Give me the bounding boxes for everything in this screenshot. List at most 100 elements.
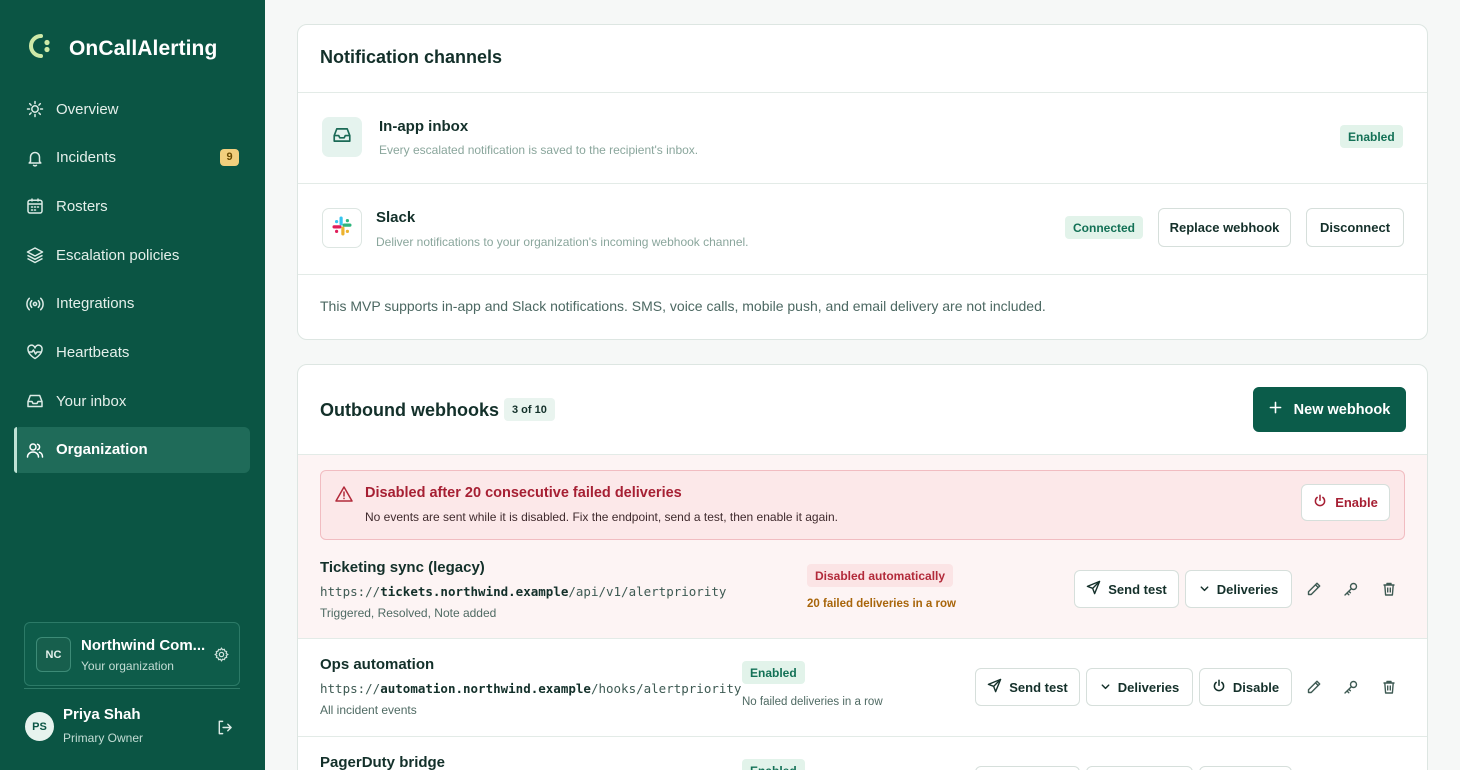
inbox-icon — [332, 125, 352, 150]
org-switcher[interactable]: NC Northwind Com... Your organization — [24, 622, 240, 686]
slack-channel-title: Slack — [376, 209, 416, 226]
sidebar-item-your-inbox[interactable]: Your inbox — [14, 378, 250, 424]
pencil-icon[interactable] — [1302, 675, 1326, 699]
disabled-alert: Disabled after 20 consecutive failed del… — [320, 470, 1405, 540]
layers-icon — [26, 246, 44, 264]
user-avatar: PS — [25, 712, 54, 741]
chevron-down-icon — [1100, 680, 1111, 695]
notification-channels-card: Notification channels In-app inbox Every… — [297, 24, 1428, 340]
gear-icon[interactable] — [214, 647, 229, 667]
slack-status-badge: Connected — [1065, 216, 1144, 239]
sidebar-item-label: Heartbeats — [56, 343, 130, 361]
sidebar-item-label: Incidents — [56, 149, 117, 167]
logout-icon[interactable] — [216, 719, 233, 741]
trash-icon[interactable] — [1377, 675, 1401, 699]
sidebar-item-label: Rosters — [56, 197, 108, 215]
sun-icon — [26, 100, 44, 118]
disconnect-button[interactable]: Disconnect — [1306, 208, 1404, 247]
card-title: Notification channels — [320, 47, 503, 67]
sidebar-divider — [24, 688, 240, 689]
disable-button[interactable] — [1199, 766, 1292, 770]
sidebar-item-label: Escalation policies — [56, 246, 180, 264]
sidebar-item-rosters[interactable]: Rosters — [14, 183, 250, 229]
sidebar-item-escalation-policies[interactable]: Escalation policies — [14, 232, 250, 278]
send-icon — [1086, 580, 1101, 598]
deliveries-button[interactable] — [1086, 766, 1193, 770]
webhook-status-detail: 20 failed deliveries in a row — [807, 598, 956, 610]
deliveries-button[interactable]: Deliveries — [1086, 668, 1193, 706]
brand-name: OnCallAlerting — [69, 36, 218, 60]
enable-label: Enable — [1335, 495, 1378, 510]
sidebar-item-integrations[interactable]: Integrations — [14, 281, 250, 327]
replace-webhook-button[interactable]: Replace webhook — [1158, 208, 1291, 247]
enable-button[interactable]: Enable — [1301, 484, 1390, 521]
alert-title: Disabled after 20 consecutive failed del… — [365, 485, 682, 501]
key-icon[interactable] — [1339, 577, 1363, 601]
webhook-events: Triggered, Resolved, Note added — [320, 606, 497, 620]
inapp-status-badge: Enabled — [1340, 125, 1403, 148]
alert-message: No events are sent while it is disabled.… — [365, 510, 838, 524]
send-test-button[interactable]: Send test — [975, 668, 1080, 706]
slack-channel-description: Deliver notifications to your organizati… — [376, 235, 749, 249]
power-icon — [1212, 679, 1226, 696]
new-webhook-button[interactable]: New webhook — [1253, 387, 1406, 432]
divider — [298, 183, 1427, 184]
trash-icon[interactable] — [1377, 577, 1401, 601]
sidebar-item-heartbeats[interactable]: Heartbeats — [14, 329, 250, 375]
slack-channel-icon-tile — [322, 208, 362, 248]
outbound-webhooks-card: Outbound webhooks 3 of 10 New webhook Di… — [297, 364, 1428, 770]
deliveries-button[interactable]: Deliveries — [1185, 570, 1292, 608]
divider — [298, 92, 1427, 93]
sidebar-item-label: Your inbox — [56, 392, 127, 410]
inapp-channel-icon-tile — [322, 117, 362, 157]
bell-icon — [26, 149, 44, 167]
webhook-status-detail: No failed deliveries in a row — [742, 696, 883, 708]
user-name: Priya Shah — [63, 706, 141, 723]
webhook-url: https://automation.northwind.example/hoo… — [320, 681, 742, 696]
brand[interactable]: OnCallAlerting — [25, 32, 217, 65]
org-avatar: NC — [36, 637, 71, 672]
heart-pulse-icon — [26, 343, 44, 361]
warning-triangle-icon — [335, 485, 353, 508]
send-icon — [987, 678, 1002, 696]
send-test-label: Send test — [1009, 679, 1068, 695]
key-icon[interactable] — [1339, 675, 1363, 699]
sidebar-item-label: Overview — [56, 100, 119, 118]
new-webhook-label: New webhook — [1293, 401, 1391, 418]
sidebar-item-organization[interactable]: Organization — [14, 426, 250, 473]
webhook-name: Ticketing sync (legacy) — [320, 559, 485, 576]
webhook-name: PagerDuty bridge — [320, 754, 446, 770]
calendar-icon — [26, 197, 44, 215]
webhook-status-badge: Enabled — [742, 759, 805, 770]
incidents-count-badge: 9 — [220, 148, 239, 166]
sidebar-item-overview[interactable]: Overview — [14, 86, 250, 132]
org-name: Northwind Com... — [81, 637, 206, 654]
webhook-url: https://tickets.northwind.example/api/v1… — [320, 584, 727, 599]
inbox-icon — [26, 392, 44, 410]
disable-button[interactable]: Disable — [1199, 668, 1292, 706]
sidebar: OnCallAlerting Overview Incidents 9 Rost… — [0, 0, 265, 770]
broadcast-icon — [26, 295, 44, 313]
deliveries-label: Deliveries — [1117, 679, 1180, 695]
webhook-row: Ops automation https://automation.northw… — [298, 639, 1427, 736]
sidebar-item-incidents[interactable]: Incidents 9 — [14, 135, 250, 181]
inapp-channel-description: Every escalated notification is saved to… — [379, 143, 699, 157]
webhook-status-badge: Disabled automatically — [807, 564, 954, 587]
disable-label: Disable — [1232, 679, 1280, 695]
webhook-count-badge: 3 of 10 — [504, 398, 555, 421]
divider — [298, 274, 1427, 275]
inapp-channel-title: In-app inbox — [379, 118, 469, 135]
disabled-webhook-section: Disabled after 20 consecutive failed del… — [298, 455, 1427, 638]
send-test-button[interactable]: Send test — [1074, 570, 1179, 608]
user-role: Primary Owner — [63, 731, 144, 745]
webhook-row: PagerDuty bridge Enabled — [298, 737, 1427, 770]
webhook-name: Ops automation — [320, 656, 435, 673]
chevron-down-icon — [1199, 582, 1210, 597]
logo-icon — [25, 32, 59, 65]
sidebar-item-label: Integrations — [56, 295, 135, 313]
plus-icon — [1269, 401, 1282, 418]
webhook-events: All incident events — [320, 703, 417, 717]
pencil-icon[interactable] — [1302, 577, 1326, 601]
send-test-label: Send test — [1108, 581, 1167, 597]
send-test-button[interactable] — [975, 766, 1080, 770]
